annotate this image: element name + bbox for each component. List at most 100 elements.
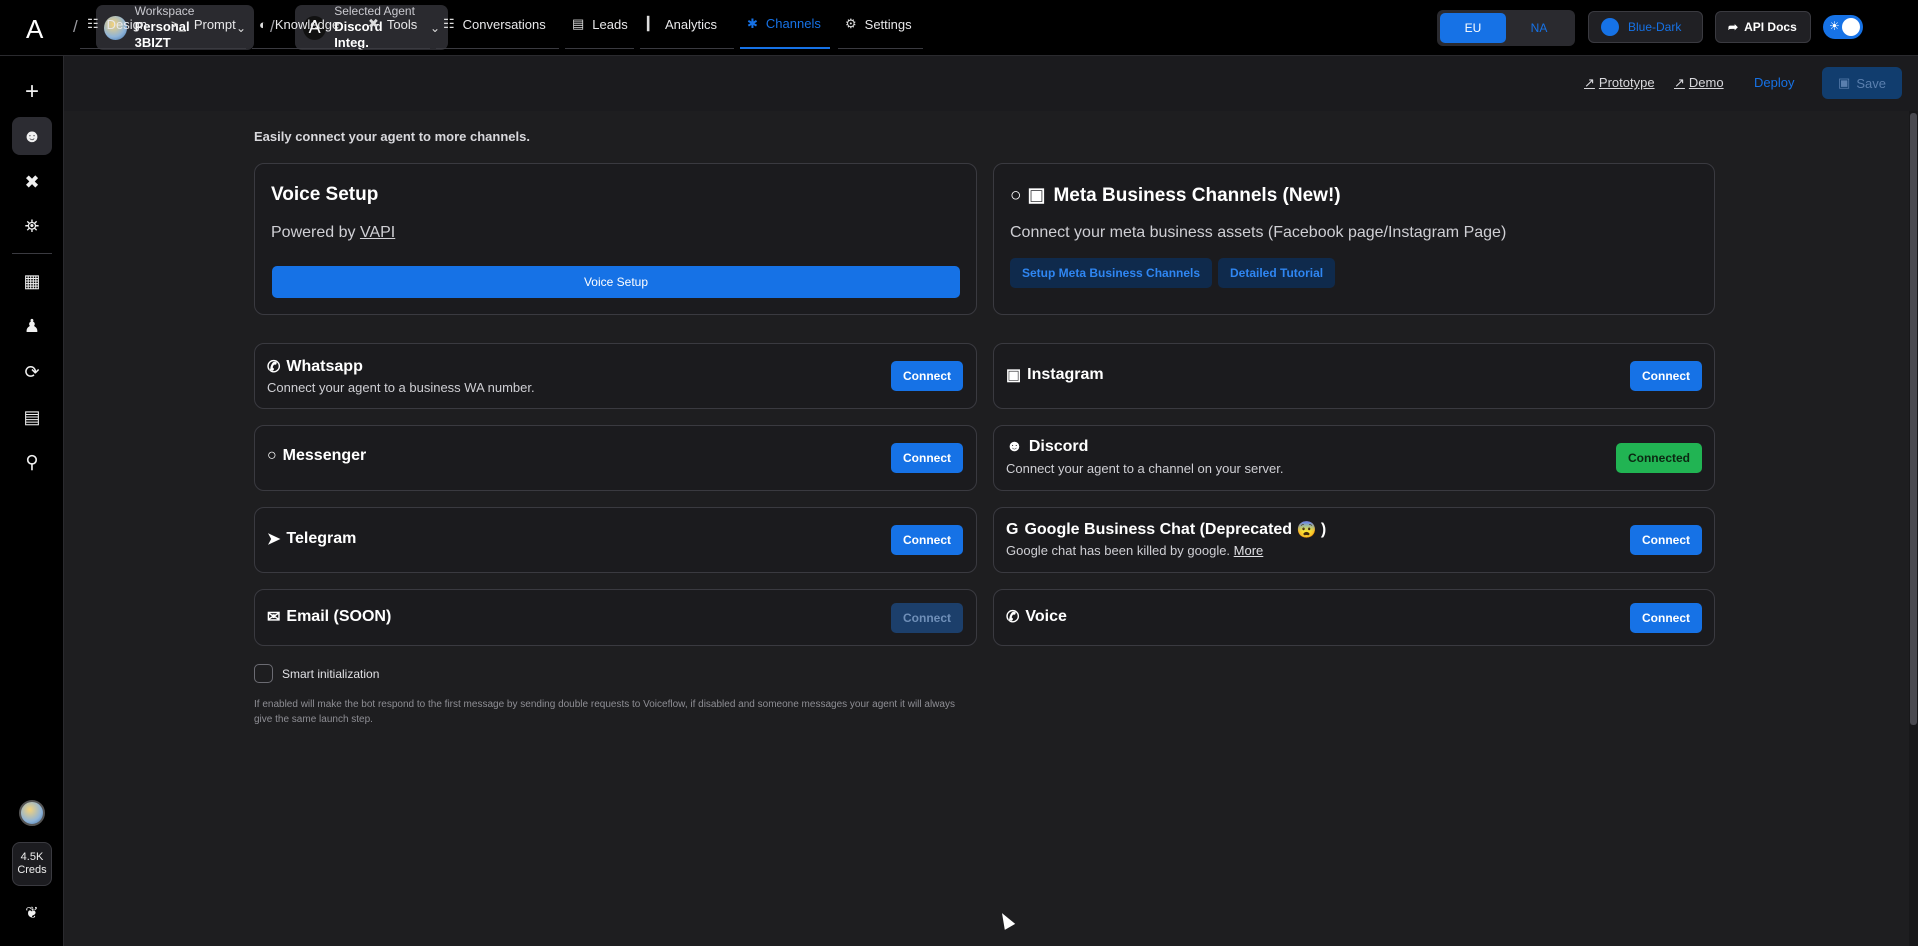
demo-label: Demo <box>1688 75 1724 90</box>
email-card: ✉ Email (SOON) Connect <box>254 589 977 646</box>
bar-chart-icon: ▎ <box>647 16 657 31</box>
scrollbar-thumb[interactable] <box>1910 113 1917 725</box>
voice-setup-powered: Powered by VAPI <box>271 224 395 242</box>
google-connect-button[interactable]: Connect <box>1630 525 1702 555</box>
region-eu[interactable]: EU <box>1440 13 1506 43</box>
prototype-link[interactable]: ↗ Prototype <box>1584 75 1655 91</box>
tab-conversations[interactable]: ☷ Conversations <box>436 0 559 49</box>
profile-avatar[interactable] <box>12 794 52 832</box>
tab-analytics[interactable]: ▎ Analytics <box>640 0 734 49</box>
tab-tools[interactable]: ✖ Tools <box>361 0 430 49</box>
instagram-icon: ▣ <box>1027 185 1046 206</box>
tab-settings[interactable]: ⚙ Settings <box>838 0 923 49</box>
save-label: Save <box>1856 75 1886 91</box>
tab-design[interactable]: ☷ Design <box>80 0 158 49</box>
tab-label: Knowledge <box>274 16 340 32</box>
book-icon: ◐ <box>259 16 267 32</box>
powered-by-text: Powered by <box>271 224 356 241</box>
google-desc-row: Google chat has been killed by google. M… <box>1006 543 1263 558</box>
building-icon[interactable]: ▦ <box>12 262 52 300</box>
api-docs-button[interactable]: ➦ API Docs <box>1715 11 1811 43</box>
demo-link[interactable]: ↗ Demo <box>1674 75 1724 91</box>
tab-label: Settings <box>864 16 912 32</box>
tab-channels[interactable]: ✱ Channels <box>740 0 830 49</box>
credits-badge[interactable]: 4.5K Creds <box>12 842 52 886</box>
credits-value: 4.5K <box>20 851 44 863</box>
voice-setup-button[interactable]: Voice Setup <box>272 266 960 298</box>
scared-emoji: 😨 <box>1296 522 1317 539</box>
meta-business-card: ○ ▣ Meta Business Channels (New!) Connect … <box>993 163 1715 315</box>
phone-icon: ✆ <box>1006 609 1020 626</box>
bug-icon[interactable]: ⛯ <box>12 207 52 245</box>
whatsapp-connect-button[interactable]: Connect <box>891 361 963 391</box>
email-connect-button: Connect <box>891 603 963 633</box>
theme-selector[interactable]: Blue-Dark <box>1588 11 1703 43</box>
tab-knowledge[interactable]: ◐ Knowledge <box>252 0 355 49</box>
email-name: Email (SOON) <box>286 608 392 625</box>
messenger-icon: ○ <box>1010 185 1022 206</box>
messenger-name: Messenger <box>282 447 367 464</box>
tab-label: Prompt <box>193 16 236 32</box>
save-icon: ▣ <box>1838 75 1851 90</box>
contact-icon: ▤ <box>572 16 585 31</box>
tab-label: Analytics <box>665 16 718 32</box>
voice-connect-button[interactable]: Connect <box>1630 603 1702 633</box>
smart-init-checkbox[interactable] <box>254 664 273 683</box>
tab-label: Leads <box>592 16 628 32</box>
sun-icon: ☀ <box>1829 19 1840 33</box>
region-na[interactable]: NA <box>1506 13 1572 43</box>
messenger-connect-button[interactable]: Connect <box>891 443 963 473</box>
tools-icon[interactable]: ✖ <box>12 163 52 201</box>
sidebar-divider <box>12 253 52 254</box>
telegram-card: ➤ Telegram Connect <box>254 507 977 573</box>
agent-face-icon[interactable]: ☻ <box>12 117 52 155</box>
discord-connected-button[interactable]: Connected <box>1616 443 1702 473</box>
instagram-connect-button[interactable]: Connect <box>1630 361 1702 391</box>
tab-label: Conversations <box>462 16 546 32</box>
messenger-card: ○ Messenger Connect <box>254 425 977 491</box>
google-more-link[interactable]: More <box>1234 543 1264 558</box>
app-logo[interactable]: A <box>26 14 43 45</box>
refresh-icon[interactable]: ⟳ <box>12 353 52 391</box>
gear-icon: ⚙ <box>845 16 857 31</box>
deploy-button[interactable]: Deploy <box>1754 75 1794 90</box>
voice-card: ✆ Voice Connect <box>993 589 1715 646</box>
external-link-icon: ↗ <box>1584 75 1595 90</box>
vapi-link[interactable]: VAPI <box>360 224 395 241</box>
detailed-tutorial-button[interactable]: Detailed Tutorial <box>1218 258 1336 288</box>
tab-leads[interactable]: ▤ Leads <box>565 0 634 49</box>
breadcrumb-separator: / <box>73 17 78 36</box>
meta-title: Meta Business Channels (New!) <box>1053 185 1341 206</box>
region-switch[interactable]: EU NA <box>1437 10 1575 46</box>
telegram-connect-button[interactable]: Connect <box>891 525 963 555</box>
add-icon[interactable]: + <box>12 73 52 111</box>
users-icon[interactable]: ♟ <box>12 307 52 345</box>
save-button[interactable]: ▣ Save <box>1822 67 1902 99</box>
setup-meta-button[interactable]: Setup Meta Business Channels <box>1010 258 1213 288</box>
discord-name: Discord <box>1028 438 1089 455</box>
telegram-title-row: ➤ Telegram <box>267 529 356 549</box>
scrollbar[interactable] <box>1909 111 1918 946</box>
storage-icon[interactable]: ▤ <box>12 398 52 436</box>
telegram-icon: ➤ <box>267 531 281 548</box>
theme-color-icon <box>1601 18 1619 36</box>
dark-mode-toggle[interactable]: ☀ <box>1823 15 1863 39</box>
mouse-cursor <box>996 910 1016 930</box>
whatsapp-icon: ✆ <box>267 359 281 376</box>
email-title-row: ✉ Email (SOON) <box>267 607 391 627</box>
pin-icon[interactable]: ❦ <box>12 894 52 932</box>
smart-init-label: Smart initialization <box>282 667 380 681</box>
meta-desc: Connect your meta business assets (Faceb… <box>1010 224 1507 241</box>
whatsapp-card: ✆ Whatsapp Connect your agent to a busine… <box>254 343 977 409</box>
instagram-title-row: ▣ Instagram <box>1006 365 1104 385</box>
key-icon[interactable]: ⚲ <box>12 443 52 481</box>
tab-label: Design <box>106 16 148 32</box>
tools-icon: ✖ <box>368 16 379 31</box>
messenger-title-row: ○ Messenger <box>267 447 366 465</box>
google-name: Google Business Chat (Deprecated <box>1024 521 1293 538</box>
tab-prompt[interactable]: >_ Prompt <box>164 0 246 49</box>
meta-title-row: ○ ▣ Meta Business Channels (New!) <box>1010 184 1341 207</box>
intro-text: Easily connect your agent to more channe… <box>254 129 530 144</box>
discord-icon: ☻ <box>1006 438 1023 455</box>
toggle-knob <box>1842 18 1860 36</box>
